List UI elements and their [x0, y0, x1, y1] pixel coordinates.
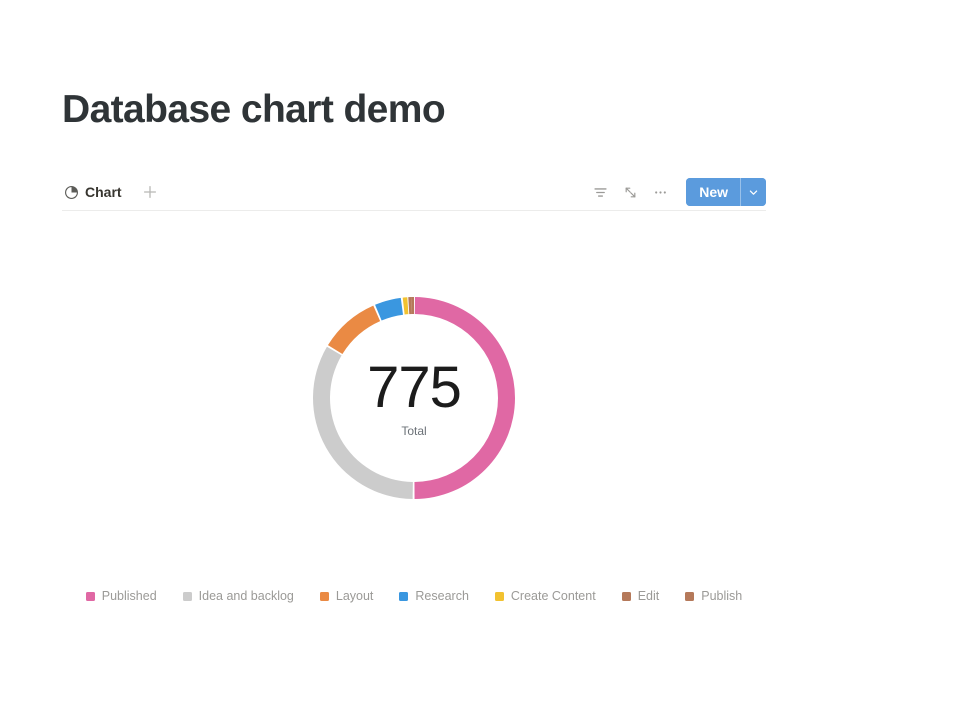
legend-item-label: Layout [335, 589, 374, 603]
new-dropdown-button[interactable] [740, 178, 766, 206]
legend-item[interactable]: Edit [621, 588, 660, 604]
new-button-group: New [686, 178, 766, 206]
donut-slice[interactable] [414, 297, 515, 499]
more-options-button[interactable] [646, 178, 674, 206]
donut-chart-svg [313, 297, 515, 499]
new-button[interactable]: New [686, 178, 740, 206]
donut-slice[interactable] [408, 297, 412, 315]
pie-chart-icon [64, 185, 79, 200]
plus-icon [143, 185, 157, 199]
view-tab-chart[interactable]: Chart [62, 180, 128, 204]
legend-swatch-icon [621, 591, 631, 601]
legend-item[interactable]: Publish [685, 588, 742, 604]
legend-item-label: Edit [637, 589, 660, 603]
legend-swatch-icon [399, 591, 409, 601]
add-view-button[interactable] [138, 180, 162, 204]
database-toolbar: Chart New [62, 174, 766, 210]
collapse-arrows-icon [623, 185, 638, 200]
legend-item-label: Create Content [510, 589, 596, 603]
legend-swatch-icon [85, 591, 95, 601]
page-root: Database chart demo Chart New 775 Total … [0, 0, 971, 717]
legend-swatch-icon [182, 591, 192, 601]
filter-sort-icon [593, 185, 608, 200]
legend-item-label: Publish [701, 589, 743, 603]
legend-swatch-icon [685, 591, 695, 601]
donut-slice[interactable] [375, 297, 404, 321]
toolbar-right-group: New [584, 178, 766, 206]
chevron-down-icon [748, 187, 759, 198]
donut-slice[interactable] [313, 346, 413, 499]
expand-collapse-button[interactable] [616, 178, 644, 206]
donut-slice[interactable] [327, 305, 381, 355]
chart-container: 775 Total Published Idea and backlog Layou… [62, 222, 766, 642]
legend-swatch-icon [319, 591, 329, 601]
legend-item[interactable]: Layout [319, 588, 374, 604]
donut-slice[interactable] [402, 297, 409, 315]
chart-legend: Published Idea and backlog Layout Research C… [62, 588, 766, 604]
legend-item[interactable]: Create Content [494, 588, 596, 604]
donut-chart: 775 Total [62, 282, 766, 514]
filter-sort-button[interactable] [586, 178, 614, 206]
legend-item[interactable]: Published [85, 588, 157, 604]
toolbar-divider [62, 210, 766, 211]
legend-swatch-icon [494, 591, 504, 601]
legend-item-label: Published [101, 589, 157, 603]
toolbar-left-group: Chart [62, 180, 162, 204]
legend-item[interactable]: Idea and backlog [182, 588, 294, 604]
legend-item-label: Idea and backlog [198, 589, 294, 603]
donut-slice[interactable] [411, 297, 414, 315]
page-title: Database chart demo [62, 88, 446, 131]
legend-item-label: Research [415, 589, 469, 603]
more-horizontal-icon [653, 185, 668, 200]
view-tab-label: Chart [85, 184, 122, 200]
legend-item[interactable]: Research [399, 588, 469, 604]
